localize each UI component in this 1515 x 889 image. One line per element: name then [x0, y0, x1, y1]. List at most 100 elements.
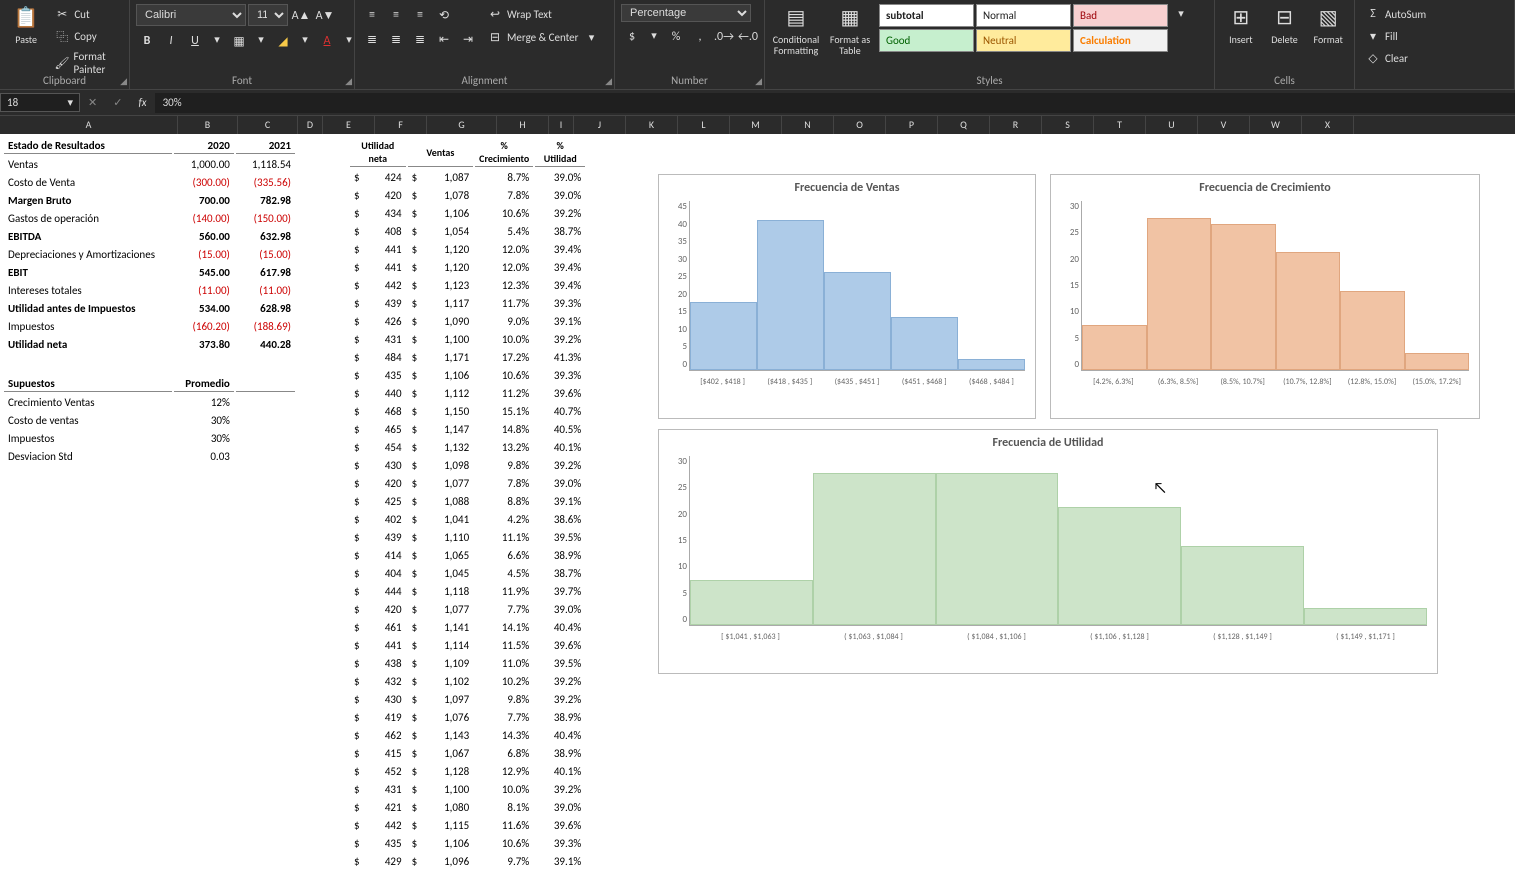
cell[interactable]: $ — [350, 601, 364, 617]
cell[interactable]: $ — [408, 853, 422, 869]
column-header[interactable]: P — [886, 116, 938, 134]
cell[interactable]: 1,171 — [423, 349, 473, 365]
cell[interactable]: 435 — [366, 367, 406, 383]
cell[interactable]: 39.6% — [535, 817, 585, 833]
borders-dropdown[interactable]: ▾ — [252, 30, 270, 48]
cell[interactable]: Utilidad antes de Impuestos — [4, 300, 172, 316]
cell[interactable]: 39.1% — [535, 853, 585, 869]
cell[interactable]: 414 — [366, 547, 406, 563]
cell[interactable]: 11.2% — [475, 385, 533, 401]
cell[interactable]: 12.9% — [475, 763, 533, 779]
cell[interactable]: 9.8% — [475, 691, 533, 707]
cell[interactable]: (11.00) — [236, 282, 295, 298]
cell[interactable]: 10.0% — [475, 331, 533, 347]
fill-color-button[interactable]: ◢ — [272, 30, 294, 52]
increase-font-icon[interactable]: A▲ — [290, 4, 312, 26]
cell[interactable]: 1,090 — [423, 313, 473, 329]
bold-button[interactable]: B — [136, 30, 158, 52]
cell[interactable]: 40.4% — [535, 727, 585, 743]
column-header[interactable]: D — [298, 116, 323, 134]
formula-input[interactable]: 30% — [155, 93, 1515, 113]
cell[interactable]: 1,065 — [423, 547, 473, 563]
cell[interactable]: 7.7% — [475, 601, 533, 617]
cell[interactable]: 1,077 — [423, 475, 473, 491]
cell[interactable]: $ — [350, 763, 364, 779]
cell[interactable]: (15.00) — [236, 246, 295, 262]
cell[interactable]: 12.3% — [475, 277, 533, 293]
cell[interactable]: 1,120 — [423, 259, 473, 275]
cell[interactable]: 38.9% — [535, 547, 585, 563]
cell[interactable]: $ — [408, 835, 422, 851]
cell[interactable]: 468 — [366, 403, 406, 419]
cell[interactable]: 1,041 — [423, 511, 473, 527]
cell[interactable]: $ — [350, 817, 364, 833]
cell[interactable]: 454 — [366, 439, 406, 455]
number-dialog-launcher[interactable]: ◢ — [755, 76, 762, 87]
cell[interactable]: 373.80 — [174, 336, 233, 352]
cell[interactable]: Impuestos — [4, 318, 172, 334]
insert-button[interactable]: ⊞Insert — [1221, 4, 1261, 47]
cell[interactable]: $ — [408, 421, 422, 437]
cell[interactable]: $ — [408, 763, 422, 779]
cell[interactable]: $ — [350, 259, 364, 275]
cell[interactable]: 545.00 — [174, 264, 233, 280]
cell[interactable]: 1,098 — [423, 457, 473, 473]
cell[interactable]: 38.7% — [535, 223, 585, 239]
autosum-button[interactable]: ΣAutoSum — [1361, 4, 1430, 24]
column-header[interactable]: F — [375, 116, 427, 134]
column-header[interactable]: C — [238, 116, 298, 134]
cell[interactable]: 430 — [366, 691, 406, 707]
cell[interactable]: $ — [408, 601, 422, 617]
cell[interactable]: $ — [408, 691, 422, 707]
column-header[interactable]: T — [1094, 116, 1146, 134]
cell[interactable]: 7.8% — [475, 475, 533, 491]
cell[interactable]: 1,078 — [423, 187, 473, 203]
cell[interactable]: 782.98 — [236, 192, 295, 208]
cell[interactable]: 424 — [366, 169, 406, 185]
fill-color-dropdown[interactable]: ▾ — [296, 30, 314, 48]
cell[interactable]: 419 — [366, 709, 406, 725]
cell[interactable]: 39.2% — [535, 673, 585, 689]
alignment-dialog-launcher[interactable]: ◢ — [605, 76, 612, 87]
copy-button[interactable]: ⿻Copy — [50, 26, 123, 46]
cell[interactable]: 425 — [366, 493, 406, 509]
cell[interactable]: 39.3% — [535, 295, 585, 311]
cell[interactable]: 1,141 — [423, 619, 473, 635]
cell[interactable]: 6.6% — [475, 547, 533, 563]
cell[interactable]: 441 — [366, 241, 406, 257]
cell[interactable]: 415 — [366, 745, 406, 761]
cell[interactable]: Costo de Venta — [4, 174, 172, 190]
cell[interactable]: 40.4% — [535, 619, 585, 635]
cell[interactable]: $ — [350, 673, 364, 689]
cell[interactable]: 408 — [366, 223, 406, 239]
format-as-table-button[interactable]: ▦Format as Table — [825, 4, 875, 58]
cell[interactable]: 40.7% — [535, 403, 585, 419]
cell[interactable]: 1,132 — [423, 439, 473, 455]
cell[interactable]: 39.4% — [535, 259, 585, 275]
cancel-formula-icon[interactable]: ✕ — [80, 96, 105, 109]
cell[interactable]: $ — [350, 331, 364, 347]
cell[interactable]: 41.3% — [535, 349, 585, 365]
merge-dropdown[interactable]: ▾ — [583, 28, 601, 46]
cell[interactable]: 1,054 — [423, 223, 473, 239]
cell[interactable]: 14.3% — [475, 727, 533, 743]
cell[interactable]: $ — [350, 349, 364, 365]
cell[interactable]: 439 — [366, 529, 406, 545]
cell[interactable]: 1,106 — [423, 835, 473, 851]
italic-button[interactable]: I — [160, 30, 182, 52]
cell[interactable]: 8.8% — [475, 493, 533, 509]
cell[interactable]: 39.6% — [535, 637, 585, 653]
cell[interactable]: $ — [350, 691, 364, 707]
cell[interactable]: 6.8% — [475, 745, 533, 761]
conditional-formatting-button[interactable]: ▤Conditional Formatting — [771, 4, 821, 58]
column-header[interactable]: V — [1198, 116, 1250, 134]
cell[interactable]: $ — [350, 799, 364, 815]
cell[interactable]: $ — [408, 205, 422, 221]
cell[interactable]: $ — [408, 799, 422, 815]
cell[interactable]: 1,087 — [423, 169, 473, 185]
cell[interactable]: 1,120 — [423, 241, 473, 257]
cell[interactable]: $ — [408, 277, 422, 293]
cell[interactable]: 1,106 — [423, 205, 473, 221]
cell[interactable]: 40.5% — [535, 421, 585, 437]
cell[interactable]: $ — [408, 745, 422, 761]
